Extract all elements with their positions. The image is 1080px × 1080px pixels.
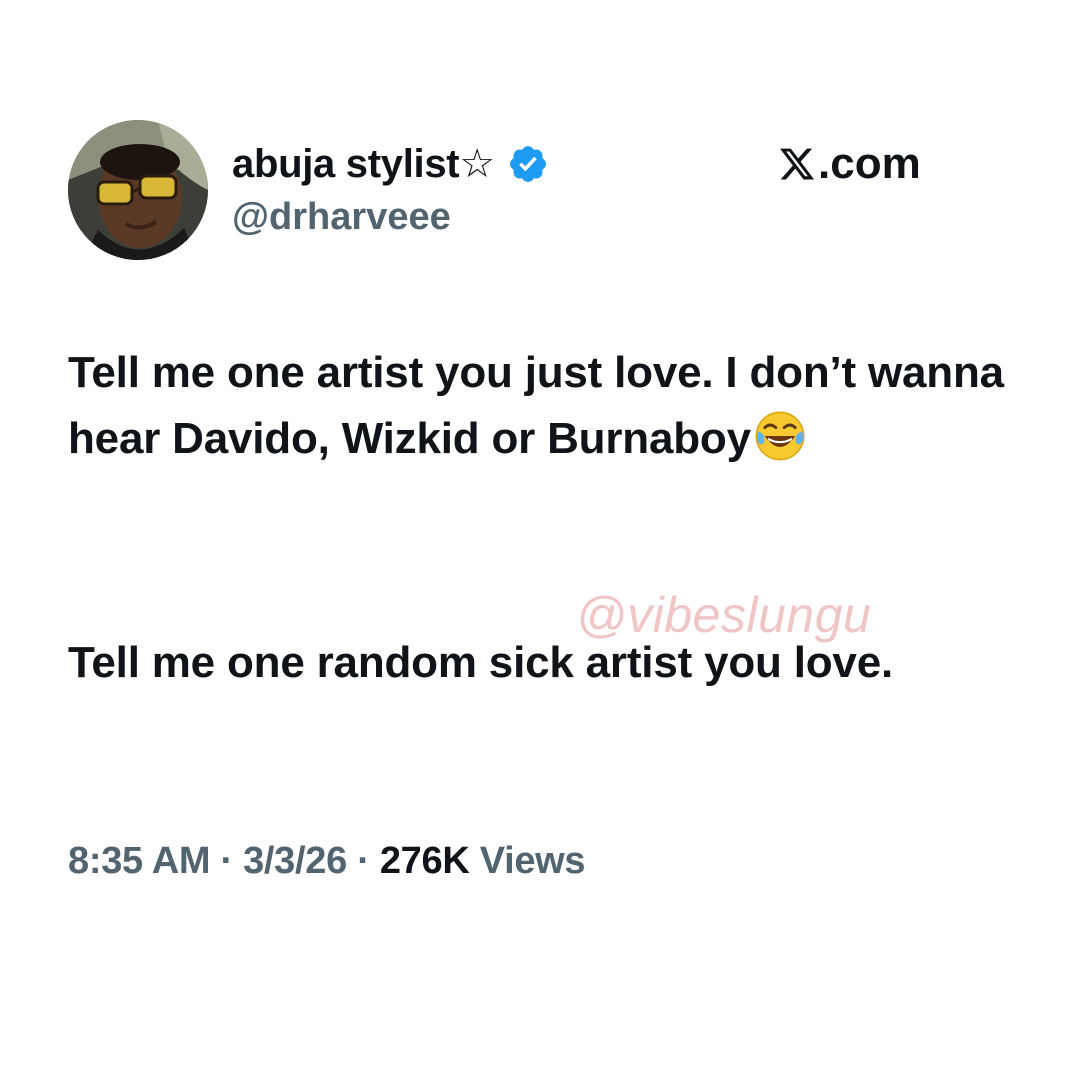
author-name-row[interactable]: abuja stylist☆ [232,140,549,188]
views-count: 276K [379,840,470,882]
author-handle[interactable]: @drharveee [232,196,451,239]
site-domain: .com [818,139,921,188]
meta-separator: · [210,840,244,882]
x-logo-icon [778,145,816,183]
site-label: .com [778,139,921,189]
display-name[interactable]: abuja stylist☆ [232,141,495,187]
tweet-paragraph-1: Tell me one artist you just love. I don’… [68,340,1028,472]
tweet-time[interactable]: 8:35 AM [68,840,211,882]
tweet-text-1: Tell me one artist you just love. I don’… [68,348,1004,463]
tweet-meta: 8:35 AM · 3/3/26 · 276K Views [68,840,586,883]
avatar[interactable] [68,120,208,260]
profile-photo [68,120,208,260]
tweet-date[interactable]: 3/3/26 [243,840,347,882]
tweet-paragraph-2: Tell me one random sick artist you love. [68,638,893,687]
views-label: Views [469,840,586,882]
laughing-emoji-icon [753,409,807,463]
meta-separator: · [346,840,380,882]
verified-badge-icon [507,143,549,185]
